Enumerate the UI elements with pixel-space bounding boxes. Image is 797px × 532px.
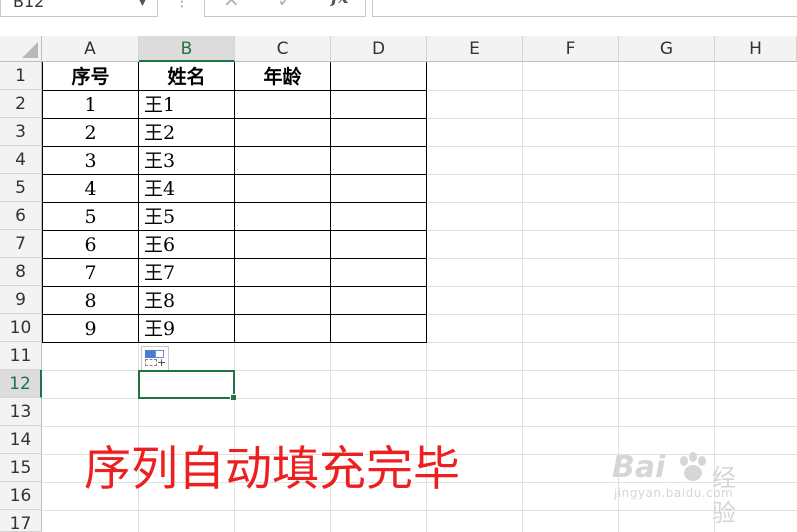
column-header-d[interactable]: D (331, 36, 427, 62)
row-header-2[interactable]: 2 (0, 90, 42, 118)
row-header-5[interactable]: 5 (0, 174, 42, 202)
cell-c1[interactable]: 年龄 (235, 63, 330, 90)
watermark: Bai 经验 jingyan.baidu.com (612, 450, 736, 527)
formula-bar: B12 ▼ ⋮ ✕ ✓ fx (0, 0, 797, 32)
row-header-9[interactable]: 9 (0, 286, 42, 314)
name-box-dropdown-icon[interactable]: ▼ (139, 0, 146, 8)
cell-a7[interactable]: 6 (43, 231, 138, 259)
cancel-icon[interactable]: ✕ (223, 0, 240, 12)
column-header-a[interactable]: A (42, 36, 139, 62)
cell-b9[interactable]: 王8 (139, 287, 234, 315)
row-header-14[interactable]: 14 (0, 426, 42, 454)
column-header-g[interactable]: G (619, 36, 715, 62)
cell-a1[interactable]: 序号 (43, 63, 138, 90)
paw-icon (680, 452, 706, 481)
cell-a9[interactable]: 8 (43, 287, 138, 315)
more-icon[interactable]: ⋮ (175, 0, 189, 10)
select-all-corner[interactable] (0, 36, 42, 62)
cell-b5[interactable]: 王4 (139, 175, 234, 203)
cell-b7[interactable]: 王6 (139, 231, 234, 259)
cell-a2[interactable]: 1 (43, 91, 138, 119)
column-header-e[interactable]: E (427, 36, 523, 62)
row-header-7[interactable]: 7 (0, 230, 42, 258)
row-header-4[interactable]: 4 (0, 146, 42, 174)
cell-b3[interactable]: 王2 (139, 119, 234, 147)
cell-a4[interactable]: 3 (43, 147, 138, 175)
row-header-15[interactable]: 15 (0, 454, 42, 482)
cell-b2[interactable]: 王1 (139, 91, 234, 119)
cell-b6[interactable]: 王5 (139, 203, 234, 231)
formula-input[interactable] (372, 0, 797, 17)
enter-check-icon[interactable]: ✓ (277, 0, 294, 12)
column-header-c[interactable]: C (235, 36, 331, 62)
row-header-10[interactable]: 10 (0, 314, 42, 342)
watermark-url: jingyan.baidu.com (614, 486, 734, 500)
row-header-17[interactable]: 17 (0, 510, 42, 532)
formula-buttons: ✕ ✓ fx (204, 0, 366, 17)
row-header-13[interactable]: 13 (0, 398, 42, 426)
column-header-b[interactable]: B (139, 36, 235, 62)
caption-text: 序列自动填充完毕 (84, 442, 460, 497)
row-header-11[interactable]: 11 (0, 342, 42, 370)
cell-a5[interactable]: 4 (43, 175, 138, 203)
cell-a8[interactable]: 7 (43, 259, 138, 287)
insert-function-icon[interactable]: fx (331, 0, 348, 8)
row-header-12[interactable]: 12 (0, 370, 42, 398)
cell-b1[interactable]: 姓名 (139, 63, 234, 90)
active-cell-b12[interactable] (138, 370, 235, 399)
cell-b4[interactable]: 王3 (139, 147, 234, 175)
row-header-8[interactable]: 8 (0, 258, 42, 286)
plus-icon: + (157, 356, 167, 369)
gridline (522, 62, 523, 532)
row-header-1[interactable]: 1 (0, 62, 42, 90)
column-header-h[interactable]: H (715, 36, 797, 62)
cell-a10[interactable]: 9 (43, 315, 138, 343)
cell-a6[interactable]: 5 (43, 203, 138, 231)
gridline (42, 426, 797, 427)
gridline (42, 510, 797, 511)
row-header-6[interactable]: 6 (0, 202, 42, 230)
watermark-logo: Bai (612, 450, 666, 485)
select-all-triangle-icon[interactable] (22, 42, 38, 58)
cell-d1[interactable] (331, 63, 426, 90)
auto-fill-options-icon[interactable] (145, 350, 155, 358)
column-header-f[interactable]: F (523, 36, 619, 62)
fill-handle[interactable] (230, 394, 237, 401)
cell-b10[interactable]: 王9 (139, 315, 234, 343)
auto-fill-options-button[interactable]: + (141, 346, 169, 372)
name-box-value[interactable]: B12 (13, 0, 44, 12)
cell-a3[interactable]: 2 (43, 119, 138, 147)
auto-fill-options-icon-part (145, 359, 157, 366)
name-box[interactable]: B12 ▼ (0, 0, 158, 17)
row-header-16[interactable]: 16 (0, 482, 42, 510)
cell-b8[interactable]: 王7 (139, 259, 234, 287)
row-header-3[interactable]: 3 (0, 118, 42, 146)
